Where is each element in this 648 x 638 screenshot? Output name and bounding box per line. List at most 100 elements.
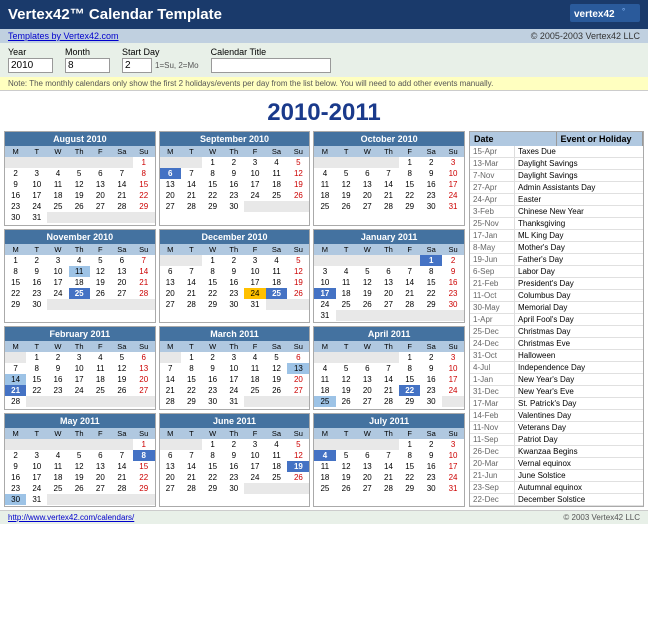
calendar-day: 26 (69, 483, 90, 494)
calendar-day: 14 (133, 266, 155, 277)
calendar-day: 26 (336, 201, 357, 212)
calendar-day: 22 (399, 190, 420, 201)
holiday-name: Memorial Day (515, 302, 643, 313)
calendar-day: 27 (90, 483, 111, 494)
day-header: Th (223, 244, 244, 255)
calendar-day: 31 (314, 310, 335, 321)
day-header: W (47, 428, 68, 439)
calendar-day: 22 (399, 472, 420, 483)
calendar-day: 29 (202, 299, 223, 310)
calendar-day: 26 (266, 385, 288, 396)
holiday-name: Autumnal equinox (515, 482, 643, 493)
calendar-day: 6 (90, 450, 111, 461)
day-header: M (5, 428, 26, 439)
calendar-day: 16 (202, 374, 223, 385)
calendar-day: 28 (5, 396, 26, 407)
day-header: M (160, 146, 181, 157)
month-block-june2011: June 2011MTWThFSaSu123456789101112131415… (159, 413, 311, 508)
calendar-day: 1 (399, 439, 420, 450)
calendar-day: 22 (202, 288, 223, 299)
calendar-day: 1 (202, 255, 223, 266)
calendar-day: 1 (202, 439, 223, 450)
calendar-day: 11 (69, 266, 90, 277)
calendar-day: 22 (181, 385, 202, 396)
holiday-name: ML King Day (515, 230, 643, 241)
holiday-row: 8-MayMother's Day (470, 242, 643, 254)
calendar-title-input[interactable] (211, 58, 331, 73)
calendar-day: 24 (47, 288, 68, 299)
calendar-day (5, 352, 26, 363)
calendar-day (69, 299, 90, 310)
calendar-day: 5 (336, 363, 357, 374)
start-day-control: Start Day 1=Su, 2=Mo (122, 47, 199, 73)
month-header: April 2011 (314, 327, 464, 341)
calendar-day (357, 352, 378, 363)
calendar-day: 16 (442, 277, 464, 288)
calendar-day: 2 (223, 157, 244, 168)
day-header: Th (223, 428, 244, 439)
calendar-day: 20 (378, 288, 399, 299)
month-header: January 2011 (314, 230, 464, 244)
month-block-january2011: January 2011MTWThFSaSu123456789101112131… (313, 229, 465, 324)
calendar-day: 15 (399, 179, 420, 190)
calendar-day: 26 (90, 288, 111, 299)
footer-link[interactable]: http://www.vertex42.com/calendars/ (8, 513, 134, 522)
calendar-day: 22 (133, 472, 155, 483)
day-header: Th (378, 428, 399, 439)
calendar-day: 27 (357, 396, 378, 407)
calendar-day: 8 (399, 363, 420, 374)
holiday-name: Thanksgiving (515, 218, 643, 229)
calendar-day: 28 (181, 201, 202, 212)
holiday-name: Chinese New Year (515, 206, 643, 217)
calendar-day: 17 (223, 374, 244, 385)
calendar-day: 10 (244, 168, 265, 179)
day-header: M (160, 428, 181, 439)
calendar-day: 24 (26, 483, 47, 494)
calendar-day: 18 (244, 374, 265, 385)
calendar-day: 18 (90, 374, 111, 385)
calendar-day: 20 (160, 288, 181, 299)
holiday-name: Father's Day (515, 254, 643, 265)
month-table: MTWThFSaSu123456789101112131415161718192… (314, 244, 464, 321)
holiday-name: Veterans Day (515, 422, 643, 433)
day-header: Su (442, 341, 464, 352)
calendar-day: 8 (181, 363, 202, 374)
calendar-day (5, 157, 26, 168)
calendar-day: 27 (287, 385, 309, 396)
month-block-april2011: April 2011MTWThFSaSu12345678910111213141… (313, 326, 465, 410)
calendar-day: 19 (287, 461, 309, 472)
calendar-day: 17 (244, 277, 265, 288)
calendar-day: 8 (5, 266, 26, 277)
day-header: Sa (266, 146, 288, 157)
calendar-day (160, 255, 181, 266)
calendar-day: 10 (314, 277, 335, 288)
calendar-day (244, 201, 265, 212)
calendar-day: 12 (111, 363, 133, 374)
calendar-day: 19 (357, 288, 378, 299)
calendar-day: 29 (399, 483, 420, 494)
day-header: Sa (420, 244, 442, 255)
calendar-title-label: Calendar Title (211, 47, 331, 57)
holiday-date: 11-Sep (470, 434, 515, 445)
calendar-day: 27 (111, 288, 133, 299)
start-input[interactable] (122, 58, 152, 73)
calendar-day: 17 (244, 461, 265, 472)
calendar-day (69, 157, 90, 168)
year-input[interactable] (8, 58, 53, 73)
calendar-day: 26 (111, 385, 133, 396)
calendar-day: 18 (314, 190, 335, 201)
month-input[interactable] (65, 58, 110, 73)
calendar-day: 11 (266, 450, 288, 461)
month-table: MTWThFSaSu123456789101112131415161718192… (314, 428, 464, 494)
calendar-day: 28 (378, 201, 399, 212)
day-header: T (336, 244, 357, 255)
day-header: Su (133, 146, 155, 157)
template-link[interactable]: Templates by Vertex42.com (8, 31, 119, 41)
holiday-date: 30-May (470, 302, 515, 313)
holiday-date: 23-Sep (470, 482, 515, 493)
holiday-date: 17-Jan (470, 230, 515, 241)
calendar-day: 5 (357, 266, 378, 277)
holiday-row: 31-DecNew Year's Eve (470, 386, 643, 398)
holiday-row: 24-DecChristmas Eve (470, 338, 643, 350)
day-header: F (90, 428, 111, 439)
